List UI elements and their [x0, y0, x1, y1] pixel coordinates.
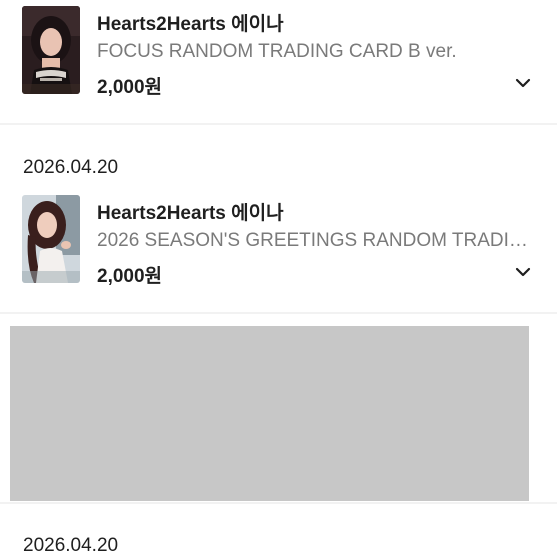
order-date: 2026.04.20 — [23, 535, 119, 556]
divider — [0, 502, 557, 504]
order-title: Hearts2Hearts 에이나 — [97, 14, 284, 35]
price: 2,000원 — [97, 77, 163, 98]
photocard-thumbnail-icon[interactable] — [22, 195, 80, 283]
divider — [0, 123, 557, 125]
order-item[interactable]: Hearts2Hearts 에이나 FOCUS RANDOM TRADING C… — [0, 0, 557, 124]
order-item[interactable]: Hearts2Hearts 에이나 2026 SEASON'S GREETING… — [0, 190, 557, 314]
order-title: Hearts2Hearts 에이나 — [97, 203, 284, 224]
divider — [0, 312, 557, 314]
product-name: FOCUS RANDOM TRADING CARD B ver. — [97, 41, 457, 62]
chevron-down-icon[interactable] — [514, 265, 532, 277]
photocard-thumbnail-icon[interactable] — [22, 6, 80, 94]
redacted-block — [10, 326, 529, 501]
product-name: 2026 SEASON'S GREETINGS RANDOM TRADING C… — [97, 230, 537, 251]
chevron-down-icon[interactable] — [514, 76, 532, 88]
price: 2,000원 — [97, 266, 163, 287]
order-date: 2026.04.20 — [23, 157, 119, 178]
